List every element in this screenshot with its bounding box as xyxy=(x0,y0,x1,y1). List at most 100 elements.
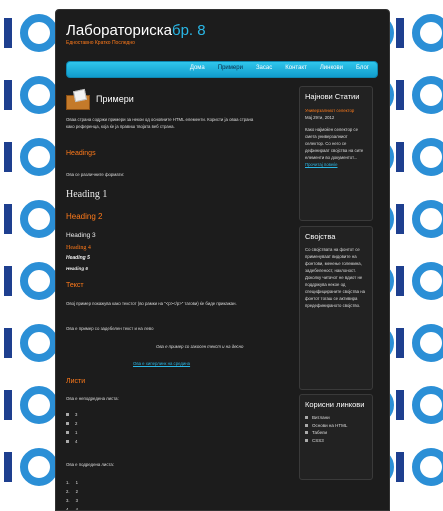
nav-item[interactable]: Контакт xyxy=(285,65,307,71)
list-item-text: 3 xyxy=(75,498,78,503)
pattern-bar xyxy=(4,142,12,172)
list-item-text: 2 xyxy=(75,421,78,426)
logo-text: Лабораториска xyxy=(66,22,172,39)
bullet-icon xyxy=(66,413,69,416)
nav-item[interactable]: Дома xyxy=(190,65,205,71)
pattern-bar xyxy=(4,80,12,110)
pattern-ring xyxy=(20,76,58,114)
list-item-text: 3 xyxy=(75,412,78,417)
pattern-ring xyxy=(412,324,443,362)
useful-link[interactable]: Витлани xyxy=(305,414,367,422)
link-label: CSS3 xyxy=(312,437,324,443)
site-tagline: Едноставно Кратко Последно xyxy=(66,40,135,46)
pattern-bar xyxy=(396,452,404,482)
list-number: 2. xyxy=(66,489,70,494)
list-item-text: 2 xyxy=(75,489,78,494)
list-number: 1. xyxy=(66,480,70,485)
pattern-ring xyxy=(20,386,58,424)
pattern-bar xyxy=(4,390,12,420)
bullet-icon xyxy=(66,440,69,443)
read-more-link[interactable]: Прочитај повеќе xyxy=(305,161,367,168)
bullet-icon xyxy=(305,416,308,420)
list-item-text: 1 xyxy=(75,480,78,485)
ordered-list-item: 2. 2 xyxy=(66,487,78,496)
news-item-date: Мај 29ти, 2012 xyxy=(305,115,335,120)
pattern-bar xyxy=(4,452,12,482)
useful-link[interactable]: Табели xyxy=(305,429,367,437)
logo-number: бр. 8 xyxy=(171,22,206,39)
heading-4: Heading 4 xyxy=(66,245,91,251)
pattern-bar xyxy=(396,328,404,358)
nav-item[interactable]: Засас xyxy=(256,65,272,71)
pattern-bar xyxy=(396,80,404,110)
text-desc: Овој пример покажува како текстот (во ра… xyxy=(66,301,237,306)
pattern-ring xyxy=(20,138,58,176)
pattern-ring xyxy=(412,386,443,424)
bullet-icon xyxy=(305,438,308,442)
page-container: Лабораторискабр. 8 Едноставно Кратко Пос… xyxy=(55,9,390,511)
pattern-bar xyxy=(4,18,12,48)
package-icon xyxy=(66,88,90,110)
ordered-list: 1. 1 2. 2 3. 3 4. 4 xyxy=(66,478,78,511)
heading-2: Heading 2 xyxy=(66,212,103,221)
sidebar-news-box: Најнови Статии Универзалниот селектор Ма… xyxy=(299,86,373,221)
pattern-ring xyxy=(20,200,58,238)
bullet-icon xyxy=(305,431,308,435)
list-number: 3. xyxy=(66,498,70,503)
pattern-bar xyxy=(396,266,404,296)
props-text: Со својствата на фонтот се применуваат в… xyxy=(305,247,366,308)
pattern-ring xyxy=(20,262,58,300)
pattern-ring xyxy=(412,138,443,176)
unordered-desc: Ова е неподредена листа: xyxy=(66,396,119,401)
text-title: Текст xyxy=(66,282,84,289)
ordered-list-item: 3. 3 xyxy=(66,496,78,505)
useful-link[interactable]: Основи на HTML xyxy=(305,422,367,430)
props-title: Својства xyxy=(305,232,336,241)
nav-item[interactable]: Примери xyxy=(218,65,243,71)
headings-title: Headings xyxy=(66,150,96,157)
link-label: Основи на HTML xyxy=(312,422,348,428)
bullet-icon xyxy=(66,431,69,434)
list-item-text: 4 xyxy=(75,439,78,444)
pattern-bar xyxy=(396,204,404,234)
pattern-bar xyxy=(396,142,404,172)
nav-item[interactable]: Линкови xyxy=(320,65,343,71)
ordered-list-item: 1. 1 xyxy=(66,478,78,487)
sidebar-links-box: Корисни линкови Витлани Основи на HTML Таб… xyxy=(299,394,373,480)
news-item-text: Како најмоќен селектор се смета универза… xyxy=(305,127,364,160)
pattern-bar xyxy=(4,328,12,358)
main-content: Примери Оваа страна содржи примери за не… xyxy=(66,88,291,510)
nav-item[interactable]: Блог xyxy=(356,65,369,71)
pattern-ring xyxy=(412,200,443,238)
heading-1: Heading 1 xyxy=(66,189,108,200)
section-header: Примери xyxy=(66,88,291,110)
pattern-bar xyxy=(396,390,404,420)
link-label: Табели xyxy=(312,430,328,435)
pattern-ring xyxy=(412,448,443,486)
text-bold-left: Ова е пример со задебелен текст и на лев… xyxy=(66,326,154,331)
unordered-list-item: 1 xyxy=(66,428,77,437)
pattern-ring xyxy=(20,448,58,486)
list-number: 4. xyxy=(66,507,70,511)
ordered-desc: Ова е подредена листа: xyxy=(66,462,114,467)
pattern-ring xyxy=(412,14,443,52)
news-item-title[interactable]: Универзалниот селектор xyxy=(305,107,367,114)
list-item-text: 4 xyxy=(75,507,78,511)
useful-link[interactable]: CSS3 xyxy=(305,437,367,445)
lists-title: Листи xyxy=(66,378,86,385)
useful-links-list: Витлани Основи на HTML Табели CSS3 xyxy=(305,414,367,444)
pattern-bar xyxy=(396,18,404,48)
pattern-ring xyxy=(412,262,443,300)
sidebar-props-box: Својства Со својствата на фонтот се прим… xyxy=(299,226,373,390)
bullet-icon xyxy=(305,423,308,427)
site-logo[interactable]: Лабораторискабр. 8 xyxy=(66,22,206,39)
unordered-list-item: 3 xyxy=(66,410,77,419)
text-italic-right: Ова е пример со закосен текст и на десно xyxy=(156,344,244,349)
center-hyperlink[interactable]: Ова е хиперлинк на средина xyxy=(133,360,190,367)
main-nav: Дома Примери Засас Контакт Линкови Блог xyxy=(66,61,378,78)
pattern-ring xyxy=(20,324,58,362)
links-title: Корисни линкови xyxy=(305,400,365,409)
intro-text: Оваа страна содржи примери за некои од о… xyxy=(66,117,254,129)
pattern-ring xyxy=(412,76,443,114)
nav-list: Дома Примери Засас Контакт Линкови Блог xyxy=(190,65,369,71)
